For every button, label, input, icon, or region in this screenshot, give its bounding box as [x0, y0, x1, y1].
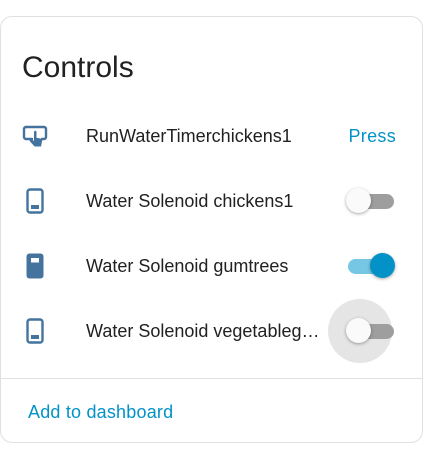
entity-label: RunWaterTimerchickens1 [86, 126, 292, 146]
toggle-switch[interactable] [345, 188, 397, 213]
toggle-switch[interactable] [328, 299, 397, 363]
cellphone-outline-icon[interactable] [21, 187, 49, 215]
cellphone-filled-icon[interactable] [21, 252, 49, 280]
press-button[interactable]: Press [348, 124, 396, 148]
cellphone-outline-icon[interactable] [21, 317, 49, 345]
switch-thumb [346, 318, 371, 343]
card-title: Controls [22, 51, 134, 84]
entity-row-runwatertimer: RunWaterTimerchickens1 Press [1, 108, 422, 164]
gesture-tap-button-icon[interactable] [21, 122, 49, 150]
controls-card: Controls RunWaterTimerchickens1 Press Wa… [0, 16, 423, 443]
card-divider [1, 378, 422, 379]
entity-row-solenoid-chickens1: Water Solenoid chickens1 [1, 173, 422, 229]
toggle-switch[interactable] [345, 253, 397, 278]
switch-thumb [346, 188, 371, 213]
entity-row-solenoid-gumtrees: Water Solenoid gumtrees [1, 238, 422, 294]
entity-row-solenoid-vegetablegarden: Water Solenoid vegetablegarden [1, 299, 422, 363]
entity-label: Water Solenoid gumtrees [86, 256, 289, 276]
entity-label: Water Solenoid chickens1 [86, 191, 294, 211]
add-to-dashboard-button[interactable]: Add to dashboard [28, 400, 173, 424]
entity-label: Water Solenoid vegetablegarden [86, 321, 326, 341]
switch-thumb [370, 253, 395, 278]
